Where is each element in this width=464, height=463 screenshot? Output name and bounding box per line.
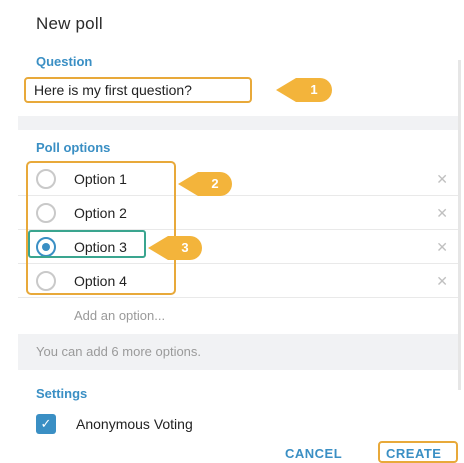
callout-badge: 1 [276,78,332,102]
question-input[interactable]: Here is my first question? [24,77,252,103]
anonymous-voting-checkbox[interactable]: ✓ [36,414,56,434]
remove-option-icon[interactable]: ✕ [436,205,448,222]
remove-option-icon[interactable]: ✕ [436,239,448,256]
dialog-title: New poll [36,14,103,33]
scrollbar[interactable] [458,60,461,390]
settings-label: Settings [36,386,88,401]
remove-option-icon[interactable]: ✕ [436,171,448,188]
cancel-button[interactable]: CANCEL [285,446,342,461]
question-label: Question [36,54,93,69]
callout-badge: 3 [148,236,202,260]
poll-options-label: Poll options [36,140,111,155]
selected-option-highlight-box [28,230,146,258]
add-option-input[interactable]: Add an option... [74,308,165,323]
anonymous-voting-label: Anonymous Voting [76,416,193,432]
remove-option-icon[interactable]: ✕ [436,273,448,290]
options-hint: You can add 6 more options. [36,344,202,359]
callout-badge: 2 [178,172,232,196]
create-highlight-box [378,441,458,463]
options-highlight-box [26,161,176,295]
section-divider [18,116,458,130]
